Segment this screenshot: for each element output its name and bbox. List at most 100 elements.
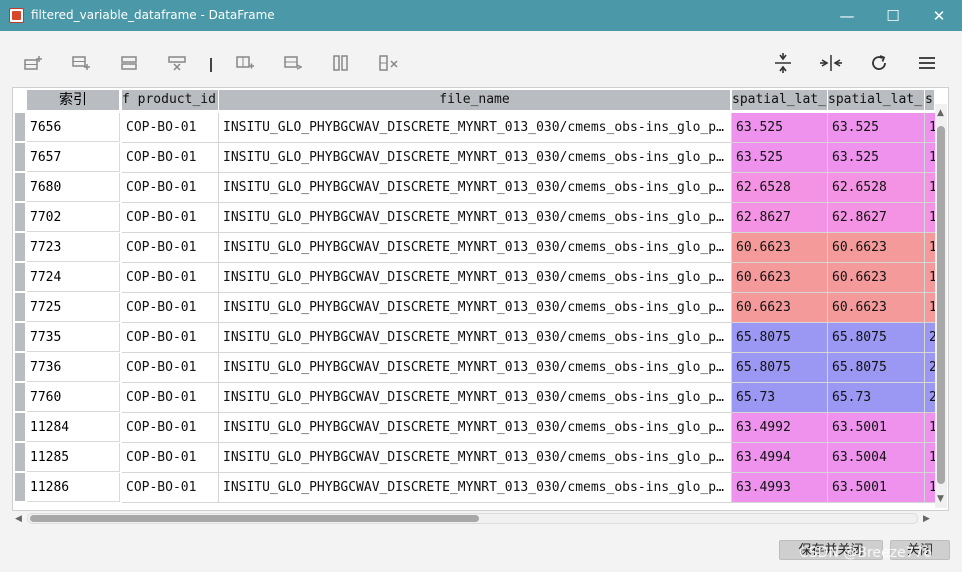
cell-spatial-lat-2[interactable]: 65.8075 <box>828 353 925 383</box>
row-index[interactable]: 7735 <box>27 323 120 352</box>
column-header-spatial-lat-2[interactable]: spatial_lat_ <box>828 90 925 110</box>
row-index[interactable]: 7657 <box>27 143 120 172</box>
cell-spatial-lat-2[interactable]: 63.525 <box>828 113 925 143</box>
cell-product-id[interactable]: COP-BO-01 <box>122 143 219 173</box>
maximize-button[interactable]: ☐ <box>870 0 916 31</box>
row-index[interactable]: 11286 <box>27 473 120 502</box>
cell-product-id[interactable]: COP-BO-01 <box>122 173 219 203</box>
cell-file-name[interactable]: INSITU_GLO_PHYBGCWAV_DISCRETE_MYNRT_013_… <box>219 203 732 233</box>
cell-spatial-lat-2[interactable]: 65.8075 <box>828 323 925 353</box>
row-marker[interactable] <box>15 473 25 502</box>
cell-spatial-lat-2[interactable]: 62.8627 <box>828 203 925 233</box>
cell-spatial-lat-2[interactable]: 65.73 <box>828 383 925 413</box>
row-marker[interactable] <box>15 263 25 292</box>
row-index[interactable]: 7702 <box>27 203 120 232</box>
close-window-button[interactable]: ✕ <box>916 0 962 31</box>
column-header-product-id[interactable]: f product_id <box>122 90 219 110</box>
horizontal-scrollbar[interactable] <box>27 513 918 524</box>
cell-spatial-lat-1[interactable]: 63.525 <box>732 143 828 173</box>
insert-row-below-icon[interactable] <box>68 50 94 76</box>
column-header-spatial-lat-1[interactable]: spatial_lat_ <box>732 90 828 110</box>
cell-spatial-lat-1[interactable]: 60.6623 <box>732 233 828 263</box>
cell-spatial-lat-2[interactable]: 63.5004 <box>828 443 925 473</box>
cell-product-id[interactable]: COP-BO-01 <box>122 263 219 293</box>
cell-spatial-lat-1[interactable]: 65.8075 <box>732 353 828 383</box>
cell-file-name[interactable]: INSITU_GLO_PHYBGCWAV_DISCRETE_MYNRT_013_… <box>219 323 732 353</box>
cell-file-name[interactable]: INSITU_GLO_PHYBGCWAV_DISCRETE_MYNRT_013_… <box>219 473 732 503</box>
cell-spatial-lat-1[interactable]: 63.525 <box>732 113 828 143</box>
scroll-left-icon[interactable]: ◀ <box>15 514 22 524</box>
cell-product-id[interactable]: COP-BO-01 <box>122 353 219 383</box>
scroll-up-icon[interactable]: ▲ <box>937 108 944 118</box>
cell-file-name[interactable]: INSITU_GLO_PHYBGCWAV_DISCRETE_MYNRT_013_… <box>219 263 732 293</box>
row-marker[interactable] <box>15 173 25 202</box>
cell-product-id[interactable]: COP-BO-01 <box>122 413 219 443</box>
row-marker[interactable] <box>15 383 25 412</box>
row-marker[interactable] <box>15 443 25 472</box>
cell-product-id[interactable]: COP-BO-01 <box>122 323 219 353</box>
cell-spatial-lat-1[interactable]: 65.8075 <box>732 323 828 353</box>
cell-file-name[interactable]: INSITU_GLO_PHYBGCWAV_DISCRETE_MYNRT_013_… <box>219 293 732 323</box>
cell-file-name[interactable]: INSITU_GLO_PHYBGCWAV_DISCRETE_MYNRT_013_… <box>219 383 732 413</box>
row-marker[interactable] <box>15 323 25 352</box>
row-index[interactable]: 11284 <box>27 413 120 442</box>
cell-file-name[interactable]: INSITU_GLO_PHYBGCWAV_DISCRETE_MYNRT_013_… <box>219 173 732 203</box>
cell-spatial-lat-2[interactable]: 63.5001 <box>828 413 925 443</box>
cell-spatial-lat-1[interactable]: 63.4992 <box>732 413 828 443</box>
column-header-file-name[interactable]: file_name <box>219 90 731 110</box>
row-marker[interactable] <box>15 413 25 442</box>
index-header[interactable]: 索引 <box>27 90 119 110</box>
insert-row-above-icon[interactable] <box>20 50 46 76</box>
cell-file-name[interactable]: INSITU_GLO_PHYBGCWAV_DISCRETE_MYNRT_013_… <box>219 143 732 173</box>
collapse-rows-icon[interactable] <box>770 50 796 76</box>
cell-spatial-lat-2[interactable]: 60.6623 <box>828 263 925 293</box>
row-marker[interactable] <box>15 293 25 322</box>
cell-spatial-lat-1[interactable]: 60.6623 <box>732 263 828 293</box>
row-index[interactable]: 7680 <box>27 173 120 202</box>
cell-product-id[interactable]: COP-BO-01 <box>122 443 219 473</box>
cell-spatial-lat-2[interactable]: 63.525 <box>828 143 925 173</box>
cell-spatial-lat-1[interactable]: 60.6623 <box>732 293 828 323</box>
cell-product-id[interactable]: COP-BO-01 <box>122 473 219 503</box>
row-index[interactable]: 7724 <box>27 263 120 292</box>
cell-spatial-lat-2[interactable]: 63.5001 <box>828 473 925 503</box>
row-marker[interactable] <box>15 143 25 172</box>
cell-spatial-lat-1[interactable]: 63.4994 <box>732 443 828 473</box>
cell-spatial-lat-1[interactable]: 65.73 <box>732 383 828 413</box>
cell-file-name[interactable]: INSITU_GLO_PHYBGCWAV_DISCRETE_MYNRT_013_… <box>219 233 732 263</box>
vertical-scroll-thumb[interactable] <box>937 126 945 484</box>
menu-icon[interactable] <box>914 50 940 76</box>
refresh-icon[interactable] <box>866 50 892 76</box>
cell-spatial-lat-2[interactable]: 60.6623 <box>828 233 925 263</box>
row-index[interactable]: 7723 <box>27 233 120 262</box>
row-marker[interactable] <box>15 203 25 232</box>
cell-file-name[interactable]: INSITU_GLO_PHYBGCWAV_DISCRETE_MYNRT_013_… <box>219 113 732 143</box>
row-marker[interactable] <box>15 113 25 142</box>
cell-file-name[interactable]: INSITU_GLO_PHYBGCWAV_DISCRETE_MYNRT_013_… <box>219 443 732 473</box>
row-index[interactable]: 7725 <box>27 293 120 322</box>
cell-file-name[interactable]: INSITU_GLO_PHYBGCWAV_DISCRETE_MYNRT_013_… <box>219 413 732 443</box>
row-index[interactable]: 7760 <box>27 383 120 412</box>
clear-column-icon[interactable] <box>376 50 402 76</box>
split-columns-icon[interactable] <box>328 50 354 76</box>
cell-product-id[interactable]: COP-BO-01 <box>122 383 219 413</box>
row-marker[interactable] <box>15 353 25 382</box>
cell-file-name[interactable]: INSITU_GLO_PHYBGCWAV_DISCRETE_MYNRT_013_… <box>219 353 732 383</box>
scroll-down-icon[interactable]: ▼ <box>937 494 944 504</box>
delete-row-icon[interactable] <box>116 50 142 76</box>
cell-spatial-lat-1[interactable]: 63.4993 <box>732 473 828 503</box>
vertical-scrollbar[interactable]: ▲ ▼ <box>935 104 947 508</box>
delete-column-icon[interactable] <box>164 50 190 76</box>
cell-product-id[interactable]: COP-BO-01 <box>122 203 219 233</box>
horizontal-scroll-thumb[interactable] <box>30 515 479 522</box>
minimize-button[interactable]: — <box>824 0 870 31</box>
cell-spatial-lat-1[interactable]: 62.8627 <box>732 203 828 233</box>
row-index[interactable]: 11285 <box>27 443 120 472</box>
cell-product-id[interactable]: COP-BO-01 <box>122 233 219 263</box>
cell-spatial-lat-2[interactable]: 62.6528 <box>828 173 925 203</box>
cell-product-id[interactable]: COP-BO-01 <box>122 113 219 143</box>
cell-product-id[interactable]: COP-BO-01 <box>122 293 219 323</box>
collapse-columns-icon[interactable] <box>818 50 844 76</box>
row-index[interactable]: 7656 <box>27 113 120 142</box>
row-index[interactable]: 7736 <box>27 353 120 382</box>
